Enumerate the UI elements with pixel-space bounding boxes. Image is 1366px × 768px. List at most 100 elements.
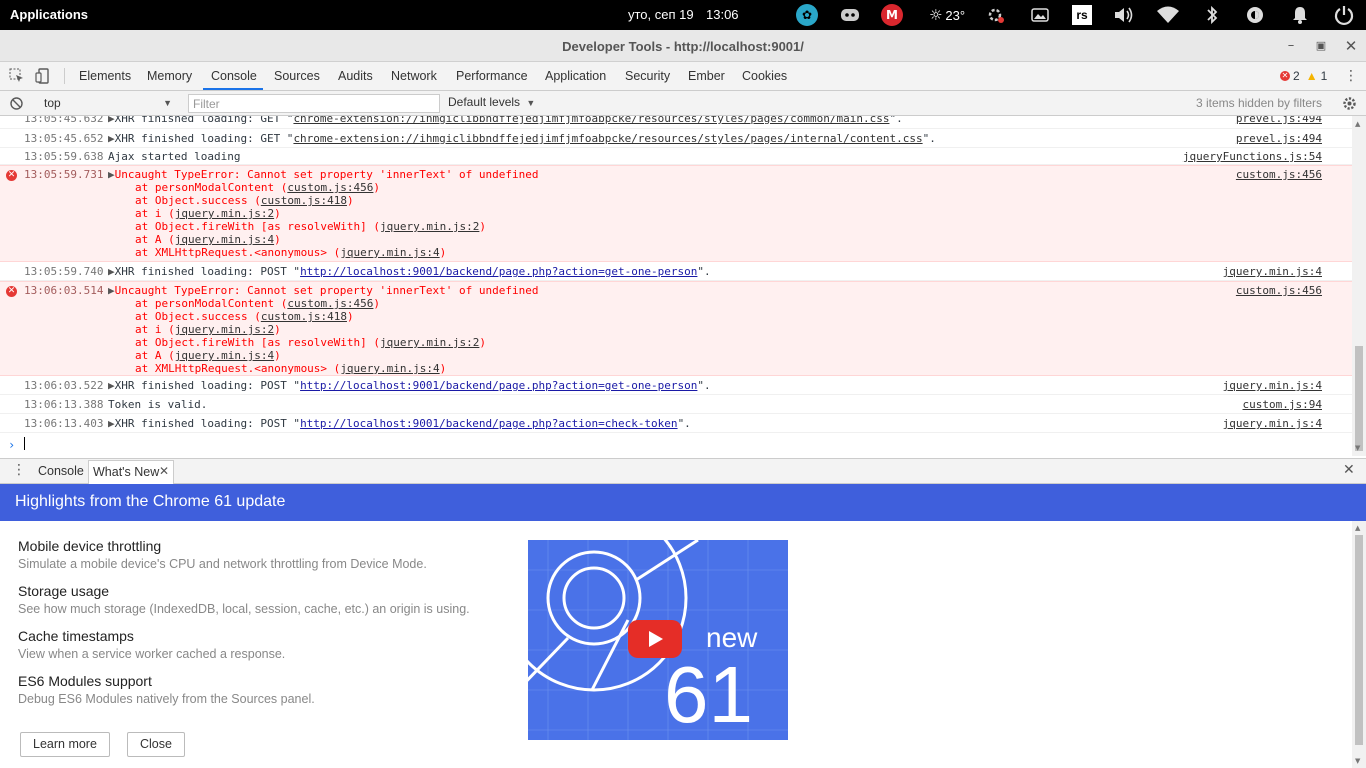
stack-link[interactable]: jquery.min.js:4	[175, 233, 274, 246]
stack-link[interactable]: jquery.min.js:2	[380, 220, 479, 233]
console-settings-gear-icon[interactable]	[1342, 96, 1357, 111]
bluetooth-icon[interactable]	[1202, 4, 1222, 26]
brightness-icon[interactable]	[1243, 4, 1267, 26]
source-link[interactable]: custom.js:94	[1243, 398, 1322, 411]
stack-link[interactable]: jquery.min.js:4	[340, 362, 439, 375]
console-scrollbar[interactable]: ▲ ▼	[1352, 116, 1366, 456]
photo-icon[interactable]	[1029, 4, 1051, 26]
tab-memory[interactable]: Memory	[147, 69, 192, 83]
source-link[interactable]: custom.js:456	[1236, 168, 1322, 181]
tab-application[interactable]: Application	[545, 69, 606, 83]
scroll-down-icon[interactable]: ▼	[1355, 757, 1360, 765]
log-levels-dropdown[interactable]: Default levels ▼	[448, 95, 535, 109]
expand-triangle-icon[interactable]: ▶	[108, 116, 115, 125]
close-drawer-icon[interactable]: ✕	[1343, 462, 1355, 478]
notifications-icon[interactable]	[1288, 4, 1312, 26]
tab-security[interactable]: Security	[625, 69, 670, 83]
maximize-button[interactable]: ▣	[1313, 38, 1329, 54]
stack-link[interactable]: custom.js:456	[287, 181, 373, 194]
system-date[interactable]: уто, сеп 19	[628, 7, 694, 22]
volume-icon[interactable]	[1112, 4, 1136, 26]
tab-network[interactable]: Network	[391, 69, 437, 83]
stack-link[interactable]: jquery.min.js:2	[175, 207, 274, 220]
scroll-up-icon[interactable]: ▲	[1355, 524, 1360, 532]
inspect-element-icon[interactable]	[9, 68, 25, 84]
tab-sources[interactable]: Sources	[274, 69, 320, 83]
console-input-caret[interactable]	[24, 437, 25, 450]
context-select[interactable]: top ▼	[36, 94, 176, 113]
expand-triangle-icon[interactable]: ▶	[108, 379, 115, 392]
stack-link[interactable]: custom.js:418	[261, 194, 347, 207]
close-window-button[interactable]: ✕	[1343, 38, 1359, 54]
stack-link[interactable]: jquery.min.js:2	[175, 323, 274, 336]
source-link[interactable]: jqueryFunctions.js:54	[1183, 150, 1322, 163]
tab-console[interactable]: Console	[211, 69, 257, 83]
system-time[interactable]: 13:06	[706, 7, 739, 22]
minimize-button[interactable]: –	[1283, 38, 1299, 54]
source-link[interactable]: jquery.min.js:4	[1223, 265, 1322, 278]
mega-icon[interactable]: M	[880, 4, 904, 26]
close-tab-icon[interactable]: ✕	[159, 464, 169, 478]
tab-audits[interactable]: Audits	[338, 69, 373, 83]
stack-link[interactable]: jquery.min.js:4	[340, 246, 439, 259]
tab-performance[interactable]: Performance	[456, 69, 528, 83]
stack-link[interactable]: jquery.min.js:2	[380, 336, 479, 349]
chrome-61-video-thumbnail[interactable]: new 61	[528, 540, 788, 740]
drawer-tab-whats-new[interactable]: What's New ✕	[88, 460, 174, 484]
scrollbar-thumb[interactable]	[1355, 535, 1363, 745]
power-icon[interactable]	[1331, 4, 1357, 26]
applications-menu[interactable]: Applications	[10, 7, 88, 22]
console-error-row: ✕ 13:06:03.514 ▶Uncaught TypeError: Cann…	[0, 281, 1352, 376]
source-link[interactable]: custom.js:456	[1236, 284, 1322, 297]
feature-title: Storage usage	[18, 583, 110, 599]
message-link[interactable]: chrome-extension://ihmgiclibbndffejedjim…	[293, 132, 922, 145]
message-link[interactable]: http://localhost:9001/backend/page.php?a…	[300, 379, 697, 392]
tray-app-icon[interactable]: ✿	[795, 4, 819, 26]
mega-badge: M	[881, 4, 903, 26]
close-button[interactable]: Close	[127, 732, 185, 757]
filter-input[interactable]	[188, 94, 440, 113]
more-options-icon[interactable]: ⋮	[1344, 68, 1358, 84]
device-toolbar-icon[interactable]	[35, 68, 51, 84]
source-link[interactable]: prevel.js:494	[1236, 116, 1322, 125]
message-link[interactable]: chrome-extension://ihmgiclibbndffejedjim…	[293, 116, 889, 125]
whats-new-scrollbar[interactable]: ▲ ▼	[1352, 521, 1366, 768]
prompt-chevron-icon: ›	[8, 438, 16, 452]
learn-more-button[interactable]: Learn more	[20, 732, 110, 757]
message: Ajax started loading	[108, 150, 241, 163]
console-messages[interactable]: 13:05:45.632 ▶XHR finished loading: GET …	[0, 116, 1352, 456]
expand-triangle-icon[interactable]: ▶	[108, 284, 115, 297]
issue-counter[interactable]: ✕ 2 ▲ 1	[1280, 69, 1327, 83]
weather-indicator[interactable]: ☼ 23°	[925, 4, 969, 26]
drawer-tab-console[interactable]: Console	[38, 464, 84, 478]
message-link[interactable]: http://localhost:9001/backend/page.php?a…	[300, 417, 678, 430]
expand-triangle-icon[interactable]: ▶	[108, 265, 115, 278]
timestamp: 13:05:59.731	[24, 168, 104, 181]
source-link[interactable]: jquery.min.js:4	[1223, 379, 1322, 392]
window-title-bar: Developer Tools - http://localhost:9001/…	[0, 30, 1366, 62]
stack-link[interactable]: custom.js:418	[261, 310, 347, 323]
tab-elements[interactable]: Elements	[79, 69, 131, 83]
scrollbar-thumb[interactable]	[1355, 346, 1363, 451]
scroll-up-icon[interactable]: ▲	[1355, 120, 1360, 128]
source-link[interactable]: prevel.js:494	[1236, 132, 1322, 145]
tab-ember[interactable]: Ember	[688, 69, 725, 83]
clear-console-icon[interactable]	[10, 97, 23, 110]
console-error-row: ✕ 13:05:59.731 ▶Uncaught TypeError: Cann…	[0, 165, 1352, 262]
message-link[interactable]: http://localhost:9001/backend/page.php?a…	[300, 265, 697, 278]
discord-icon[interactable]	[838, 4, 862, 26]
drawer-menu-icon[interactable]: ⋮	[12, 462, 26, 478]
rs-icon[interactable]: rs	[1071, 4, 1093, 26]
wifi-icon[interactable]	[1155, 4, 1181, 26]
console-row: 13:06:13.403 ▶XHR finished loading: POST…	[0, 414, 1352, 433]
scroll-down-icon[interactable]: ▼	[1355, 444, 1360, 452]
expand-triangle-icon[interactable]: ▶	[108, 168, 115, 181]
settings-alert-icon[interactable]	[985, 4, 1007, 26]
expand-triangle-icon[interactable]: ▶	[108, 132, 115, 145]
stack-link[interactable]: jquery.min.js:4	[175, 349, 274, 362]
source-link[interactable]: jquery.min.js:4	[1223, 417, 1322, 430]
timestamp: 13:05:45.652	[24, 132, 104, 145]
stack-link[interactable]: custom.js:456	[287, 297, 373, 310]
tab-cookies[interactable]: Cookies	[742, 69, 787, 83]
expand-triangle-icon[interactable]: ▶	[108, 417, 115, 430]
